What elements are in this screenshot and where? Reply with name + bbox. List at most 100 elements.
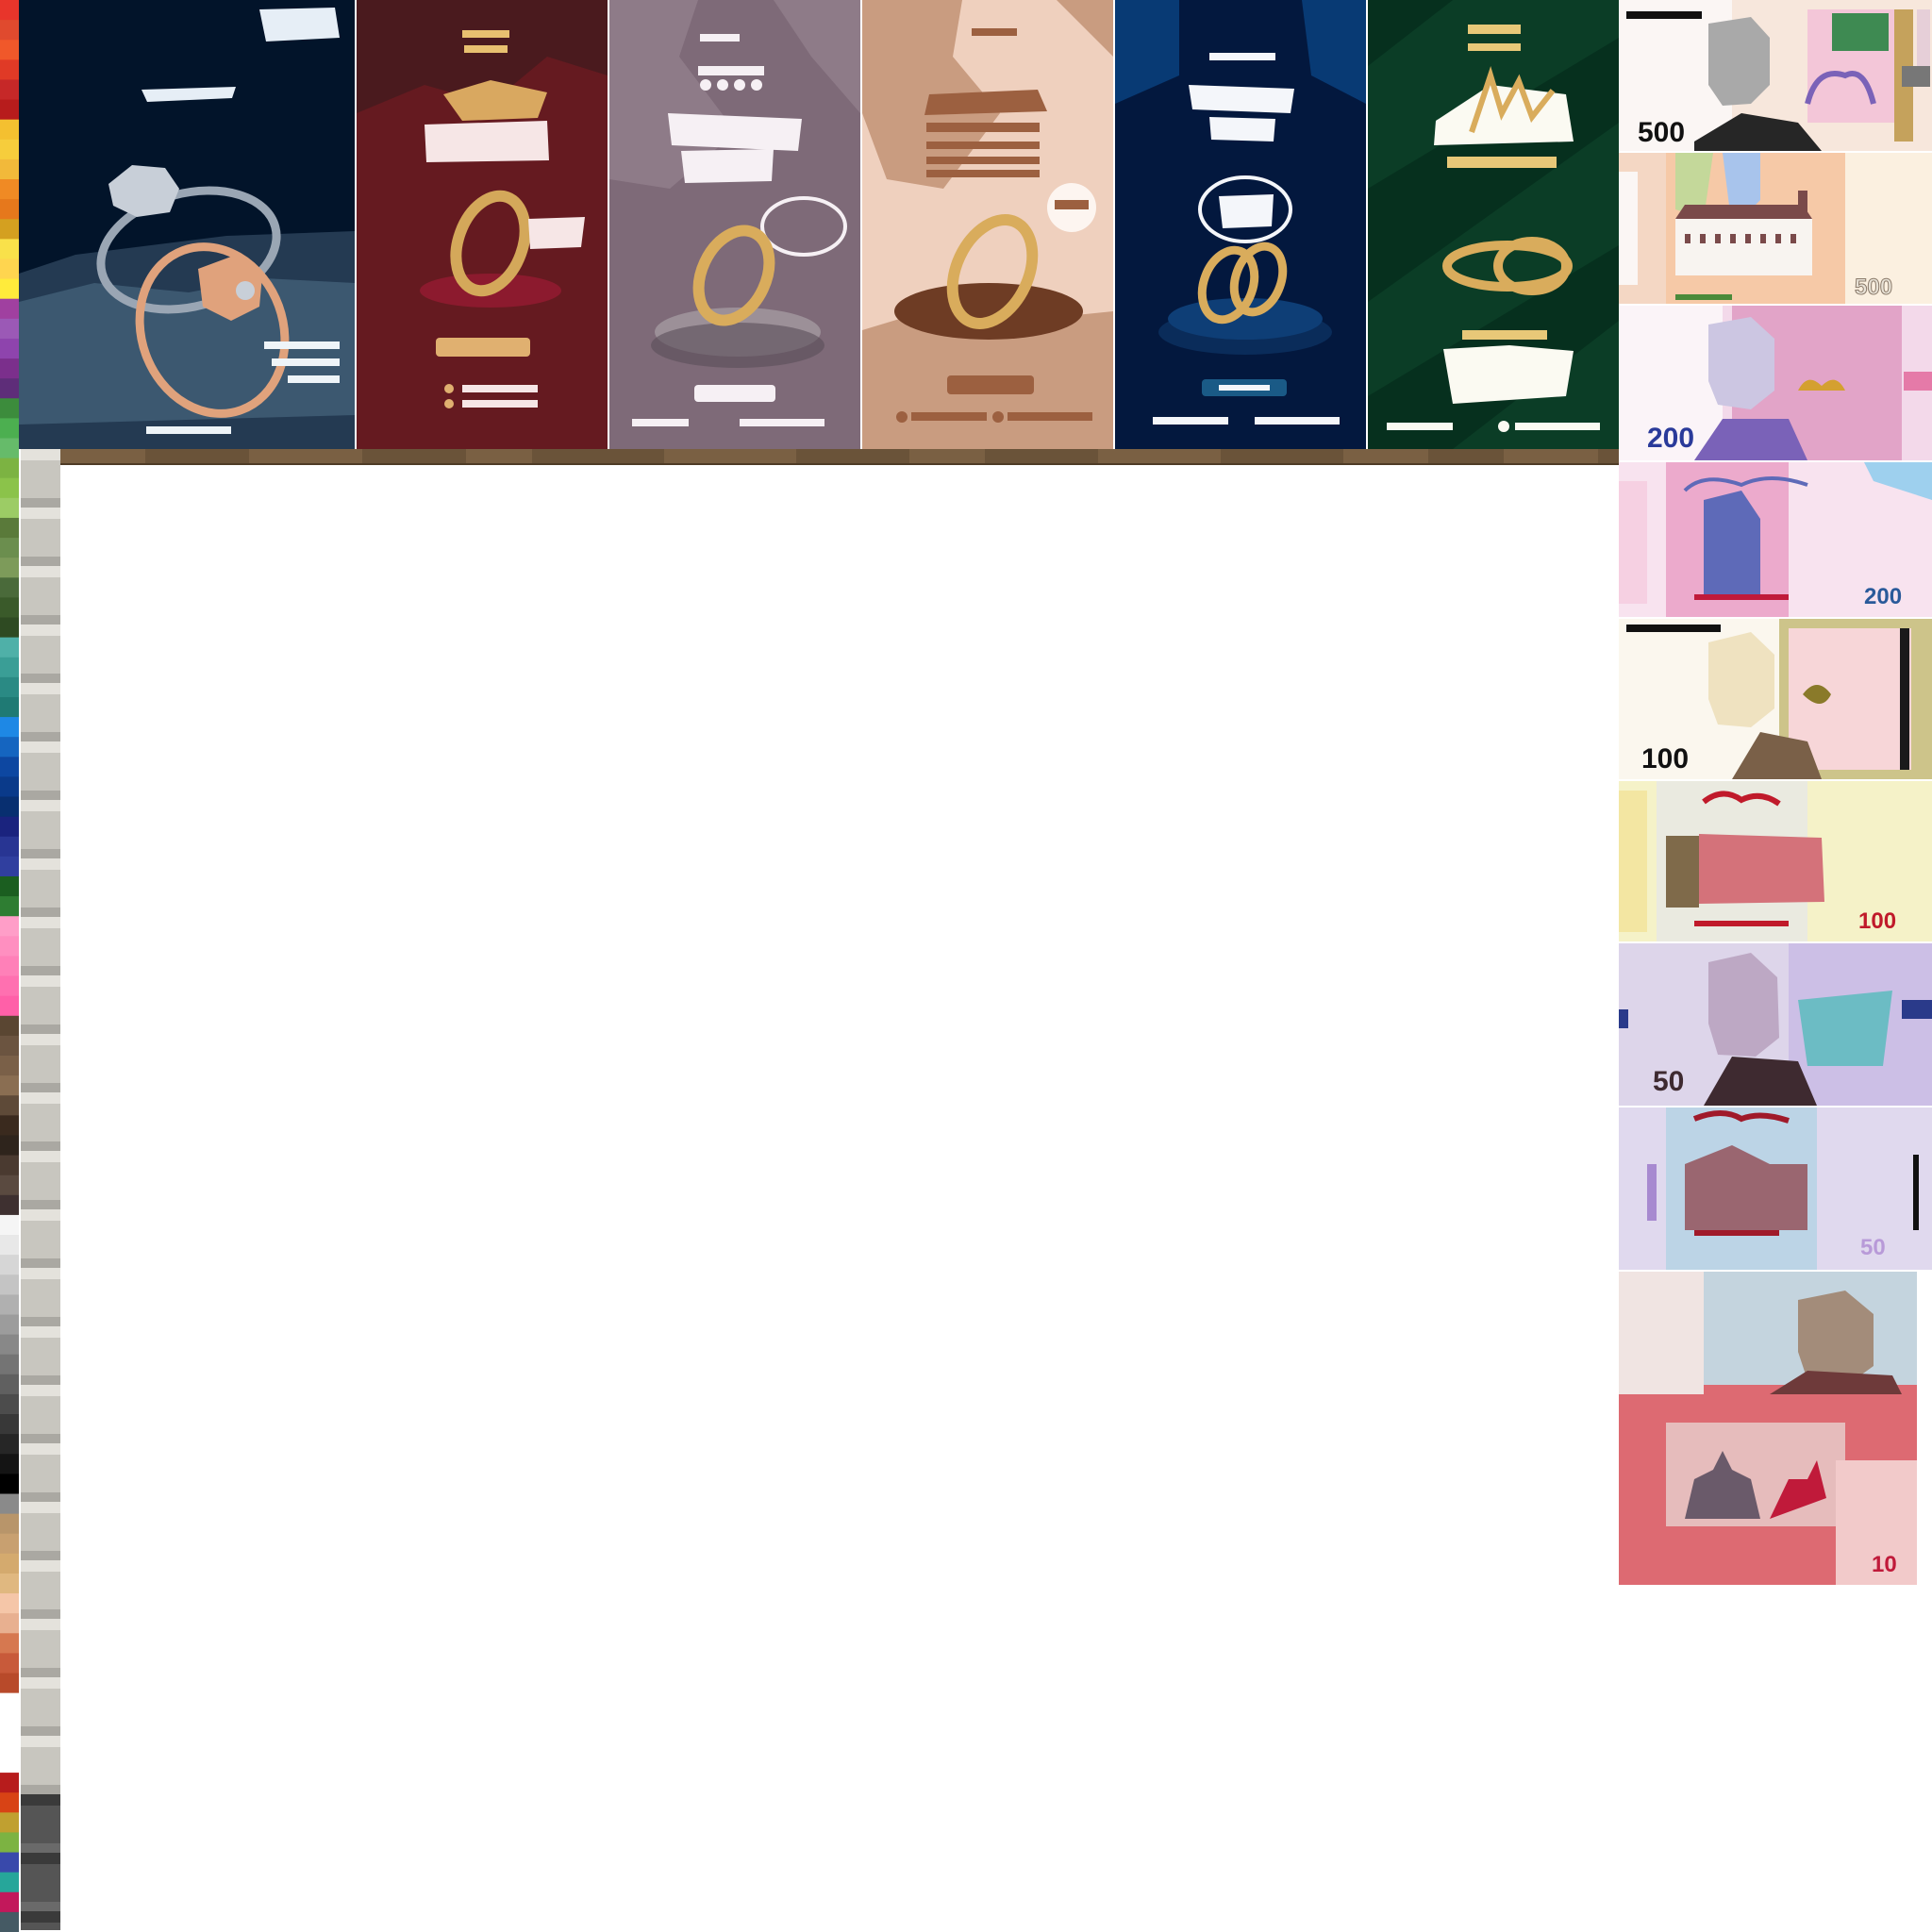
- gray-tile: [21, 1923, 60, 1930]
- palette-swatch: [0, 79, 19, 101]
- palette-swatch: [0, 179, 19, 200]
- palette-swatch: [0, 617, 19, 639]
- denomination-label: 100: [1858, 908, 1896, 934]
- palette-swatch: [0, 1334, 19, 1356]
- gray-tile: [21, 791, 60, 800]
- palette-swatch: [0, 158, 19, 180]
- palette-swatch: [0, 875, 19, 897]
- gray-tile: [21, 460, 60, 498]
- palette-swatch: [0, 358, 19, 379]
- palette-swatch: [0, 517, 19, 539]
- gray-tile: [21, 800, 60, 811]
- gray-tile: [21, 1092, 60, 1104]
- gray-tile: [21, 1551, 60, 1560]
- gray-tile: [21, 674, 60, 683]
- gray-tile: [21, 1045, 60, 1083]
- palette-swatch: [0, 975, 19, 997]
- gray-tile: [21, 1083, 60, 1092]
- palette-swatch: [0, 139, 19, 160]
- gray-tile: [21, 1317, 60, 1326]
- gray-tile: [21, 1338, 60, 1375]
- gray-tile: [21, 928, 60, 966]
- panel-peach-ring: [862, 0, 1113, 449]
- banknote-500-back: 500: [1619, 153, 1932, 304]
- palette-swatch: [0, 318, 19, 340]
- palette-swatch: [0, 1773, 19, 1793]
- palette-swatch: [0, 1692, 19, 1714]
- palette-swatch: [0, 1214, 19, 1236]
- panel-midnight-rings: [19, 0, 355, 449]
- gray-tile: [21, 1034, 60, 1045]
- banknote-200-back: 200: [1619, 462, 1932, 617]
- gray-tile: [21, 908, 60, 917]
- gray-tile: [21, 1911, 60, 1923]
- gray-tile: [21, 1630, 60, 1668]
- gray-tile-strip: [21, 449, 60, 1930]
- palette-swatch: [0, 936, 19, 957]
- palette-swatch: [0, 717, 19, 738]
- palette-swatch: [0, 696, 19, 718]
- denomination-label: 500: [1855, 275, 1892, 300]
- portrait-icon: [1708, 632, 1774, 727]
- palette-swatch: [0, 1573, 19, 1594]
- gray-tile: [21, 1396, 60, 1434]
- gray-tile: [21, 1209, 60, 1221]
- palette-swatch: [0, 1911, 19, 1932]
- palette-swatch: [0, 1194, 19, 1216]
- gray-tile: [21, 1560, 60, 1572]
- palette-swatch: [0, 258, 19, 280]
- palette-swatch: [0, 896, 19, 917]
- palette-swatch: [0, 1633, 19, 1654]
- gray-tile: [21, 1024, 60, 1034]
- banknote-200-front: 200: [1619, 306, 1932, 460]
- gray-tile: [21, 449, 60, 460]
- palette-swatch: [0, 1872, 19, 1893]
- banknote-500-front: 500: [1619, 0, 1932, 151]
- gray-tile: [21, 1902, 60, 1911]
- palette-swatch: [0, 836, 19, 858]
- palette-swatch: [0, 1035, 19, 1057]
- gray-tile: [21, 1502, 60, 1513]
- palette-swatch: [0, 458, 19, 479]
- gray-tile-swatches: [21, 449, 60, 1930]
- palette-swatch: [0, 298, 19, 320]
- gray-tile: [21, 1104, 60, 1141]
- palette-swatch: [0, 597, 19, 619]
- palette-swatch: [0, 1414, 19, 1435]
- gray-tile: [21, 508, 60, 519]
- palette-swatch: [0, 1533, 19, 1555]
- gray-tile: [21, 1258, 60, 1268]
- gray-tile: [21, 1677, 60, 1689]
- gray-tile: [21, 557, 60, 566]
- palette-swatch: [0, 1294, 19, 1315]
- gray-tile: [21, 741, 60, 753]
- gray-tile: [21, 1806, 60, 1843]
- denomination-label: 10: [1872, 1552, 1897, 1577]
- gray-tile: [21, 858, 60, 870]
- denomination-label: 100: [1641, 743, 1689, 774]
- gray-tile: [21, 917, 60, 928]
- wood-texture-bar: [60, 449, 1619, 465]
- palette-swatch: [0, 40, 19, 60]
- gray-tile: [21, 753, 60, 791]
- banknote-50-back: 50: [1619, 1108, 1932, 1270]
- palette-swatch: [0, 1832, 19, 1854]
- palette-swatch: [0, 59, 19, 80]
- banknote-10: 10: [1619, 1272, 1917, 1585]
- palette-swatch: [0, 1792, 19, 1813]
- palette-swatch: [0, 1434, 19, 1455]
- palette-swatch: [0, 1891, 19, 1913]
- gray-tile: [21, 1689, 60, 1726]
- banknote-100-back: 100: [1619, 781, 1932, 941]
- palette-swatch: [0, 1174, 19, 1196]
- gray-tile: [21, 1385, 60, 1396]
- palette-swatch: [0, 916, 19, 937]
- palette-swatch: [0, 1593, 19, 1614]
- palette-swatch: [0, 1075, 19, 1096]
- gray-tile: [21, 870, 60, 908]
- banknote-50-front: 50: [1619, 943, 1932, 1106]
- denomination-label: 200: [1647, 423, 1694, 454]
- palette-swatch: [0, 1314, 19, 1336]
- palette-swatch: [0, 1374, 19, 1395]
- gray-tile: [21, 1853, 60, 1864]
